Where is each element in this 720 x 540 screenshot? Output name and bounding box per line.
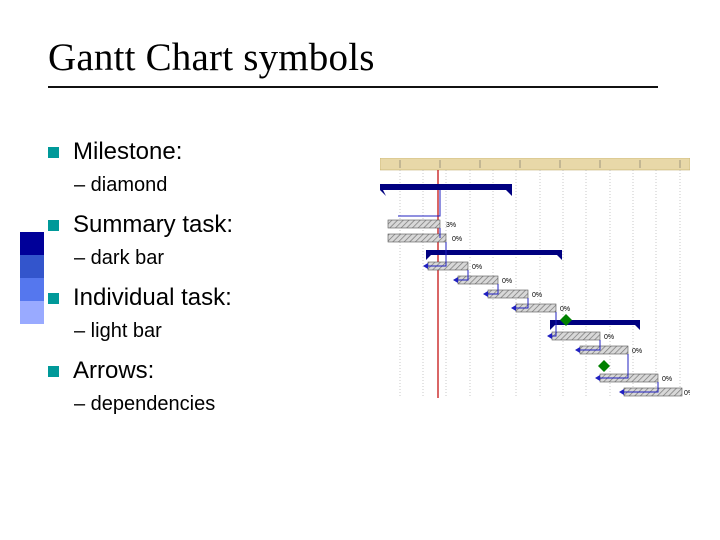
task-percent: 0%	[684, 390, 690, 397]
item-sub: – dark bar	[74, 247, 378, 270]
gantt-thumbnail: 3% 0% 0% 0% 0% 0% 0% 0% 0% 0%	[380, 158, 690, 398]
accent-swatch-4	[20, 301, 44, 324]
item-label: Arrows:	[73, 357, 154, 385]
task-percent: 0%	[532, 292, 542, 299]
square-bullet-icon	[48, 366, 59, 377]
title-rule	[48, 86, 658, 88]
square-bullet-icon	[48, 147, 59, 158]
bullet-list: Milestone: – diamond Summary task: – dar…	[48, 138, 378, 430]
list-item: Individual task: – light bar	[48, 284, 378, 343]
accent-swatch-3	[20, 278, 44, 301]
item-sub: – light bar	[74, 320, 378, 343]
item-label: Summary task:	[73, 211, 233, 239]
item-sub: – dependencies	[74, 393, 378, 416]
task-percent: 0%	[502, 278, 512, 285]
square-bullet-icon	[48, 293, 59, 304]
accent-swatch-2	[20, 255, 44, 278]
task-percent: 0%	[560, 306, 570, 313]
gantt-chart-icon: 3% 0% 0% 0% 0% 0% 0% 0% 0% 0%	[380, 158, 690, 398]
task-percent: 0%	[604, 334, 614, 341]
list-item: Summary task: – dark bar	[48, 211, 378, 270]
page-title: Gantt Chart symbols	[48, 35, 672, 80]
item-sub: – diamond	[74, 174, 378, 197]
task-percent: 0%	[662, 376, 672, 383]
task-percent: 3%	[446, 222, 456, 229]
square-bullet-icon	[48, 220, 59, 231]
accent-swatch-1	[20, 232, 44, 255]
task-percent: 0%	[452, 236, 462, 243]
accent-strip	[20, 232, 44, 324]
task-percent: 0%	[472, 264, 482, 271]
item-label: Individual task:	[73, 284, 232, 312]
item-label: Milestone:	[73, 138, 182, 166]
task-percent: 0%	[632, 348, 642, 355]
list-item: Arrows: – dependencies	[48, 357, 378, 416]
list-item: Milestone: – diamond	[48, 138, 378, 197]
